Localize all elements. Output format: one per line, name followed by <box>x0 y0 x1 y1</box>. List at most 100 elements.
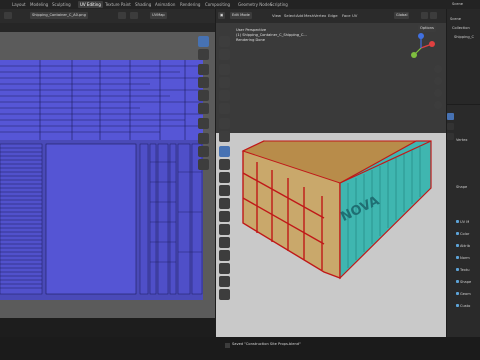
extrude-icon[interactable] <box>219 146 230 157</box>
snap-icon[interactable] <box>421 12 428 19</box>
properties-section-row[interactable]: Color <box>456 231 480 238</box>
workspace-tab-geometry-nodes[interactable]: Geometry Nodes <box>238 1 272 8</box>
inset-icon[interactable] <box>219 159 230 170</box>
workspace-tab-uv-editing[interactable]: UV Editing <box>78 1 103 8</box>
perspective-toggle-icon[interactable] <box>434 101 442 109</box>
status-bar: Saved "Construction Site Props.blend" <box>0 337 480 360</box>
transform-orientation-dropdown[interactable]: Global <box>394 12 410 19</box>
sync-icon[interactable] <box>14 12 18 19</box>
workspace-tab-animation[interactable]: Animation <box>155 1 175 8</box>
outliner-item[interactable]: Shipping_C <box>454 35 474 39</box>
smooth-icon[interactable] <box>219 237 230 248</box>
scene-label[interactable]: Scene <box>452 1 463 8</box>
cursor-icon[interactable] <box>219 49 230 60</box>
menu-mesh[interactable]: Mesh <box>304 12 314 19</box>
image-name-field[interactable]: Shipping_Container_C_A0.png <box>30 12 88 19</box>
workspace-tab-rendering[interactable]: Rendering <box>180 1 200 8</box>
viewport-header: ▣ Edit Mode View Select Add Mesh Vertex Edge F… <box>216 9 446 23</box>
section-label: UV M <box>460 220 470 224</box>
properties-section-row[interactable]: Custo <box>456 303 480 310</box>
workspace-tab-modeling[interactable]: Modeling <box>30 1 48 8</box>
pan-icon[interactable] <box>434 77 442 85</box>
measure-icon[interactable] <box>219 131 230 142</box>
proportional-edit-icon[interactable] <box>430 12 437 19</box>
workspace-tab-compositing[interactable]: Compositing <box>205 1 230 8</box>
bevel-icon[interactable] <box>219 172 230 183</box>
properties-section-row[interactable]: Attrib <box>456 243 480 250</box>
scale-tool-icon[interactable] <box>198 90 209 101</box>
modifier-tab-icon[interactable] <box>447 123 454 130</box>
material-tab-icon[interactable] <box>447 133 454 140</box>
transform-label: Global <box>396 13 408 17</box>
properties-section-row[interactable]: Textu <box>456 267 480 274</box>
uv-canvas[interactable] <box>0 32 215 318</box>
menu-select[interactable]: Select <box>284 12 296 19</box>
menu-edge[interactable]: Edge <box>328 12 338 19</box>
section-icon <box>456 268 459 271</box>
status-message: Saved "Construction Site Props.blend" <box>232 342 301 346</box>
rotate-tool-icon[interactable] <box>198 77 209 88</box>
section-icon <box>456 304 459 307</box>
cursor-tool-icon[interactable] <box>198 49 209 60</box>
3d-viewport[interactable]: NOVA User Perspective (1) Shipping_Conta… <box>216 23 446 337</box>
render-status: Rendering Done <box>236 38 265 42</box>
section-label: Color <box>460 232 470 236</box>
camera-view-icon[interactable] <box>434 89 442 97</box>
scale-icon[interactable] <box>219 90 230 101</box>
transform-tool-icon[interactable] <box>198 103 209 114</box>
viewport-overlay-info: User Perspective (1) Shipping_Container_… <box>236 28 307 43</box>
section-label: Custo <box>460 304 471 308</box>
navigation-gizmo[interactable] <box>406 33 436 63</box>
workspace-tab-layout[interactable]: Layout <box>12 1 26 8</box>
workspace-tabs-bar: Layout Modeling Sculpting UV Editing Texture… <box>0 0 480 9</box>
menu-face[interactable]: Face <box>342 12 351 19</box>
select-tool-icon[interactable] <box>198 36 209 47</box>
section-icon <box>456 232 459 235</box>
rip-region-icon[interactable] <box>219 289 230 300</box>
properties-section-row[interactable]: Shape <box>456 279 480 286</box>
grab-tool-icon[interactable] <box>198 133 209 144</box>
editor-type-button[interactable] <box>4 12 12 19</box>
transform-icon[interactable] <box>219 103 230 114</box>
workspace-tab-scripting[interactable]: Scripting <box>270 1 288 8</box>
workspace-tab-sculpting[interactable]: Sculpting <box>52 1 71 8</box>
move-tool-icon[interactable] <box>198 64 209 75</box>
loop-cut-icon[interactable] <box>219 185 230 196</box>
image-browse-icon[interactable] <box>118 12 126 19</box>
editor-type-button[interactable]: ▣ <box>218 12 226 19</box>
menu-uv[interactable]: UV <box>352 12 357 19</box>
workspace-tab-texture-paint[interactable]: Texture Paint <box>105 1 131 8</box>
knife-icon[interactable] <box>219 198 230 209</box>
outliner-item[interactable]: Scene <box>450 17 461 21</box>
properties-section-row[interactable]: Geom <box>456 291 480 298</box>
uvmap-field[interactable]: UVMap <box>150 12 167 19</box>
select-box-icon[interactable] <box>219 36 230 47</box>
edge-slide-icon[interactable] <box>219 250 230 261</box>
image-name-label: Shipping_Container_C_A0.png <box>32 13 86 17</box>
pinch-tool-icon[interactable] <box>198 159 209 170</box>
shear-icon[interactable] <box>219 276 230 287</box>
annotate-icon[interactable] <box>219 118 230 129</box>
menu-add[interactable]: Add <box>296 12 303 19</box>
poly-build-icon[interactable] <box>219 211 230 222</box>
menu-vertex[interactable]: Vertex <box>314 12 326 19</box>
vertex-groups-heading: Vertex <box>456 138 468 142</box>
relax-tool-icon[interactable] <box>198 146 209 157</box>
annotate-tool-icon[interactable] <box>198 118 209 129</box>
options-dropdown[interactable]: Options <box>418 25 436 32</box>
properties-section-row[interactable]: Norm <box>456 255 480 262</box>
spin-icon[interactable] <box>219 224 230 235</box>
zoom-icon[interactable] <box>434 65 442 73</box>
outliner-item[interactable]: Collection <box>452 26 470 30</box>
close-image-icon[interactable] <box>130 12 138 19</box>
uv-editor-subheader <box>0 23 215 32</box>
menu-view[interactable]: View <box>272 12 281 19</box>
move-icon[interactable] <box>219 64 230 75</box>
properties-section-row[interactable]: UV M <box>456 219 480 226</box>
rotate-icon[interactable] <box>219 77 230 88</box>
mode-dropdown[interactable]: Edit Mode <box>230 12 252 19</box>
shrink-fatten-icon[interactable] <box>219 263 230 274</box>
section-icon <box>456 292 459 295</box>
workspace-tab-shading[interactable]: Shading <box>135 1 151 8</box>
mesh-data-tab-icon[interactable] <box>447 113 454 120</box>
